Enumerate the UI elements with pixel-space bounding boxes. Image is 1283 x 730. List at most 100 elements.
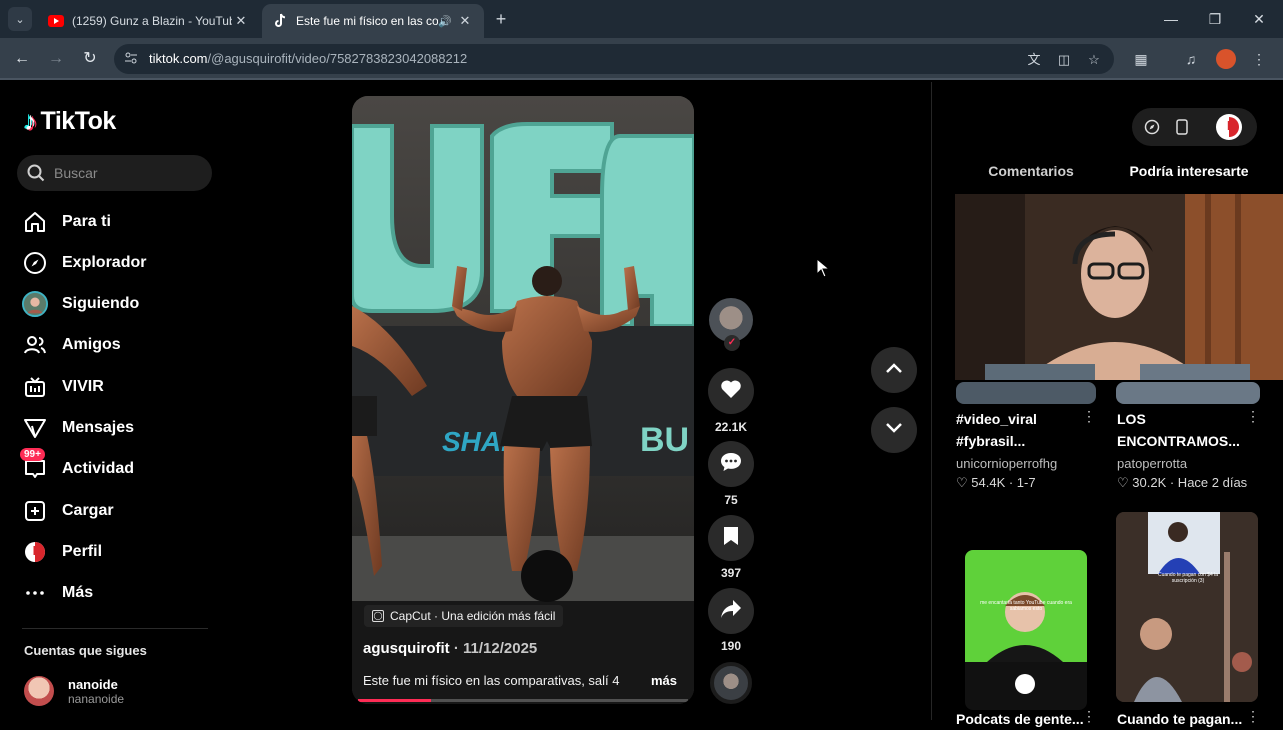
comment-count: 75 bbox=[724, 493, 738, 507]
sidebar: ♪ TikTok Para ti Explorador Siguiendo Am… bbox=[0, 82, 230, 720]
install-app-icon[interactable]: ◫ bbox=[1055, 51, 1073, 69]
upload-icon bbox=[22, 498, 48, 524]
video-thumbnail[interactable] bbox=[956, 382, 1096, 404]
explore-compass-icon[interactable] bbox=[1142, 117, 1162, 137]
user-avatar-icon[interactable] bbox=[1216, 114, 1242, 140]
messages-icon bbox=[22, 415, 48, 441]
browser-tab-youtube[interactable]: (1259) Gunz a Blazin - YouTube ✕ bbox=[38, 4, 260, 38]
card-menu-icon[interactable]: ⋮ bbox=[1082, 408, 1096, 425]
sidebar-item-explorador[interactable]: Explorador bbox=[22, 248, 146, 278]
sidebar-item-label: Para ti bbox=[62, 213, 111, 230]
reload-icon[interactable]: ↻ bbox=[79, 48, 101, 70]
card-title[interactable]: Cuando te pagan... bbox=[1117, 708, 1242, 730]
more-icon bbox=[22, 580, 48, 606]
video-thumbnail[interactable]: Cuando te pagan con $4 la suscripción (3… bbox=[1116, 512, 1258, 702]
heart-icon bbox=[720, 379, 742, 404]
card-author[interactable]: patoperrotta bbox=[1117, 456, 1187, 471]
extensions-icon[interactable]: ▦ bbox=[1131, 49, 1151, 69]
profile-avatar[interactable] bbox=[1216, 49, 1236, 69]
right-toolbar bbox=[1132, 108, 1257, 146]
tab-search-chevron-icon[interactable]: ⌄ bbox=[8, 7, 32, 31]
card-stats: ♡ 30.2K · Hace 2 días bbox=[1117, 475, 1248, 490]
window-close-icon[interactable]: ✕ bbox=[1248, 8, 1270, 30]
thumbnail-caption: Cuando te pagan con $4 la suscripción (3… bbox=[1157, 572, 1219, 584]
search-input[interactable] bbox=[54, 165, 194, 181]
browser-menu-icon[interactable]: ⋮ bbox=[1249, 49, 1269, 69]
card-stats: ♡ 54.4K · 1-7 bbox=[956, 475, 1036, 490]
right-panel-tabs: Comentarios Podría interesarte bbox=[956, 162, 1264, 197]
minimize-icon[interactable]: — bbox=[1160, 8, 1182, 30]
sidebar-item-mensajes[interactable]: Mensajes bbox=[22, 413, 134, 443]
share-button[interactable] bbox=[708, 588, 754, 634]
video-date: · 11/12/2025 bbox=[449, 640, 538, 657]
sidebar-item-vivir[interactable]: VIVIR bbox=[22, 372, 104, 402]
capcut-label[interactable]: ◯ CapCut · Una edición más fácil bbox=[364, 605, 564, 627]
site-info-icon[interactable] bbox=[124, 51, 140, 67]
activity-icon: 99+ bbox=[20, 448, 48, 482]
mobile-app-icon[interactable] bbox=[1172, 117, 1192, 137]
speaker-icon[interactable]: 🔊 bbox=[438, 15, 456, 28]
tab-podria-interesarte[interactable]: Podría interesarte bbox=[1114, 162, 1264, 197]
progress-fill bbox=[358, 699, 431, 702]
card-title[interactable]: #video_viral #fybrasil... bbox=[956, 408, 1037, 452]
capcut-text: CapCut · Una edición más fácil bbox=[390, 609, 556, 623]
tab-close-icon[interactable]: ✕ bbox=[232, 13, 250, 29]
video-thumbnail[interactable]: me encantaría tanto YouTube cuando era s… bbox=[965, 550, 1087, 710]
sidebar-item-label: Más bbox=[62, 584, 94, 601]
tiktok-icon bbox=[272, 13, 288, 29]
author-username[interactable]: agusquirofit bbox=[363, 640, 450, 657]
back-icon[interactable]: ← bbox=[11, 48, 33, 70]
search-box[interactable] bbox=[17, 155, 212, 191]
sidebar-item-label: Amigos bbox=[62, 336, 121, 353]
chevron-down-icon bbox=[885, 421, 903, 439]
video-author[interactable]: agusquirofit · 11/12/2025 bbox=[363, 640, 537, 657]
save-button[interactable] bbox=[708, 515, 754, 561]
card-menu-icon[interactable]: ⋮ bbox=[1082, 708, 1096, 725]
tab-close-icon[interactable]: ✕ bbox=[456, 13, 474, 29]
share-count: 190 bbox=[720, 639, 742, 653]
sidebar-item-para-ti[interactable]: Para ti bbox=[22, 207, 111, 237]
video-thumbnail[interactable] bbox=[1116, 382, 1260, 404]
home-icon bbox=[22, 209, 48, 235]
sidebar-item-cargar[interactable]: Cargar bbox=[22, 496, 114, 526]
card-menu-icon[interactable]: ⋮ bbox=[1246, 708, 1260, 725]
card-title[interactable]: LOS ENCONTRAMOS... bbox=[1117, 408, 1240, 452]
browser-tab-tiktok[interactable]: Este fue mi físico en las comparativas 🔊… bbox=[262, 4, 484, 38]
sidebar-item-mas[interactable]: Más bbox=[22, 578, 93, 608]
new-tab-button[interactable]: + bbox=[490, 8, 512, 30]
account-name: nanoide bbox=[68, 676, 118, 692]
media-controls-icon[interactable]: ♫ bbox=[1181, 49, 1201, 69]
sidebar-item-label: Cargar bbox=[62, 502, 114, 519]
sidebar-item-siguiendo[interactable]: Siguiendo bbox=[22, 289, 139, 319]
bookmark-star-icon[interactable]: ☆ bbox=[1085, 51, 1103, 69]
forward-icon[interactable]: → bbox=[45, 48, 67, 70]
comment-button[interactable] bbox=[708, 441, 754, 487]
previous-video-button[interactable] bbox=[871, 347, 917, 393]
sidebar-item-perfil[interactable]: Perfil bbox=[22, 537, 102, 567]
heart-outline-icon: ♡ bbox=[956, 475, 968, 490]
following-account-item[interactable]: nanoide nananoide bbox=[24, 676, 124, 706]
card-author[interactable]: unicorniоperrofhg bbox=[956, 456, 1057, 471]
like-button[interactable] bbox=[708, 368, 754, 414]
card-menu-icon[interactable]: ⋮ bbox=[1246, 408, 1260, 425]
follow-check-icon[interactable]: ✓ bbox=[724, 335, 740, 351]
tiktok-note-icon: ♪ bbox=[24, 106, 37, 136]
video-player[interactable]: SHAD BU T ◯ CapCut · Una edición más fác… bbox=[352, 96, 694, 704]
tab-comentarios[interactable]: Comentarios bbox=[956, 162, 1106, 196]
translate-icon[interactable]: 文 bbox=[1025, 51, 1043, 69]
address-bar[interactable]: tiktok.com/@agusquirofit/video/758278382… bbox=[114, 44, 1114, 74]
sidebar-item-label: Explorador bbox=[62, 254, 147, 271]
sidebar-item-actividad[interactable]: 99+ Actividad bbox=[20, 448, 135, 484]
right-panel: Comentarios Podría interesarte #video_vi… bbox=[931, 82, 1283, 727]
sidebar-item-amigos[interactable]: Amigos bbox=[22, 330, 121, 360]
card-title[interactable]: Podcats de gente... bbox=[956, 708, 1084, 730]
music-disc[interactable] bbox=[710, 662, 752, 704]
description-more-button[interactable]: más bbox=[651, 673, 677, 688]
next-video-button[interactable] bbox=[871, 407, 917, 453]
friends-icon bbox=[22, 332, 48, 358]
restore-icon[interactable]: ❐ bbox=[1204, 8, 1226, 30]
video-progress-bar[interactable] bbox=[358, 699, 688, 702]
search-icon bbox=[27, 164, 45, 182]
tiktok-logo[interactable]: ♪ TikTok bbox=[24, 106, 116, 137]
sidebar-item-label: Actividad bbox=[62, 460, 135, 477]
